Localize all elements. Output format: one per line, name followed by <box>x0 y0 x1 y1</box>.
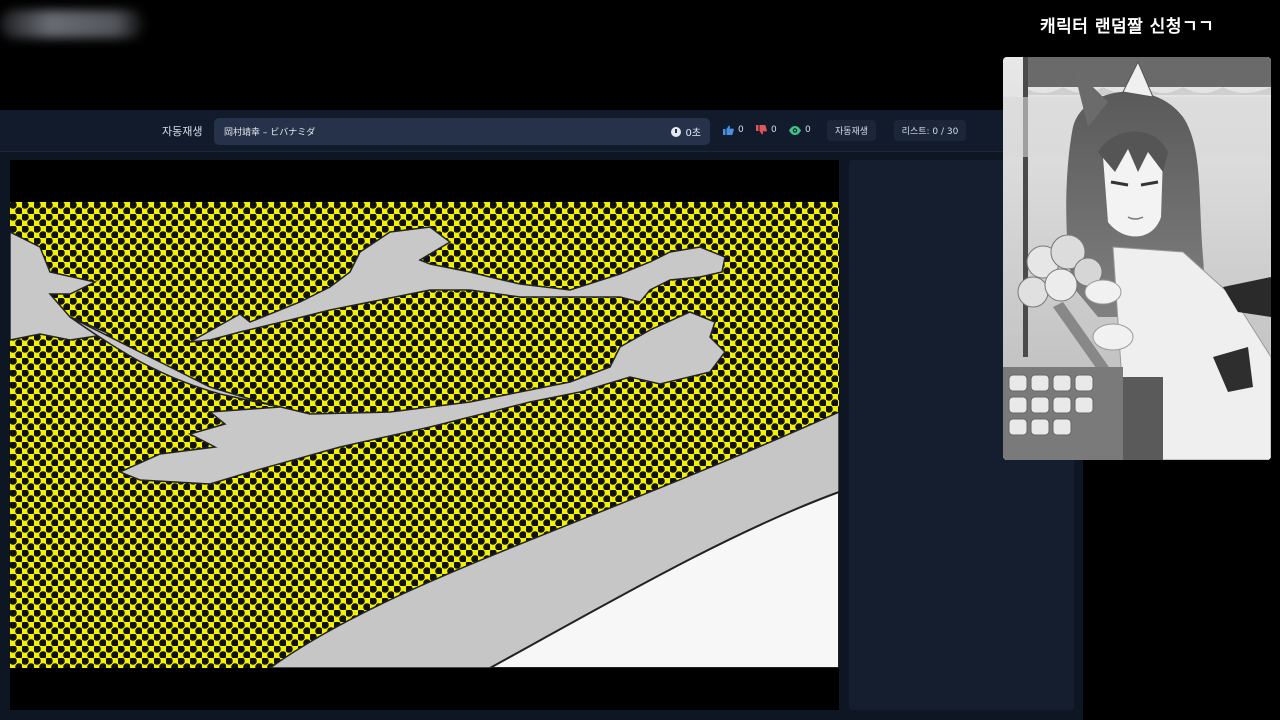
video-player[interactable] <box>10 160 839 710</box>
character-portrait <box>1003 57 1271 460</box>
video-frame <box>10 202 839 668</box>
view-stat: 0 <box>789 125 811 135</box>
stream-overlay-title: 캐릭터 랜덤짤 신청ㄱㄱ <box>1040 17 1215 37</box>
thumbs-up-icon <box>723 125 734 135</box>
dislike-stat[interactable]: 0 <box>756 125 777 135</box>
playlist-counter[interactable]: 리스트: 0 / 30 <box>894 120 966 141</box>
timer-value: 0초 <box>685 128 701 139</box>
thumbs-down-icon <box>756 125 767 135</box>
like-stat[interactable]: 0 <box>723 125 744 135</box>
character-portrait-image <box>1003 57 1271 460</box>
song-title: 岡村靖幸 – ビバナミダ <box>224 128 316 138</box>
like-count: 0 <box>738 125 744 135</box>
blurred-channel-name <box>0 10 145 38</box>
halftone-illustration <box>10 202 839 668</box>
autoplay-label: 자동재생 <box>162 125 203 138</box>
player-app: 자동재생 岡村靖幸 – ビバナミダ 0초 0 0 0 자동재생 리스트: 0 /… <box>0 110 1083 720</box>
now-playing-field[interactable]: 岡村靖幸 – ビバナミダ 0초 <box>214 118 710 145</box>
eye-icon <box>789 125 801 135</box>
timer: 0초 <box>671 124 701 139</box>
view-count: 0 <box>805 125 811 135</box>
clock-icon <box>671 126 682 137</box>
dislike-count: 0 <box>771 125 777 135</box>
autoplay-button[interactable]: 자동재생 <box>827 120 876 141</box>
player-toolbar: 자동재생 岡村靖幸 – ビバナミダ 0초 0 0 0 자동재생 리스트: 0 /… <box>0 110 1083 152</box>
